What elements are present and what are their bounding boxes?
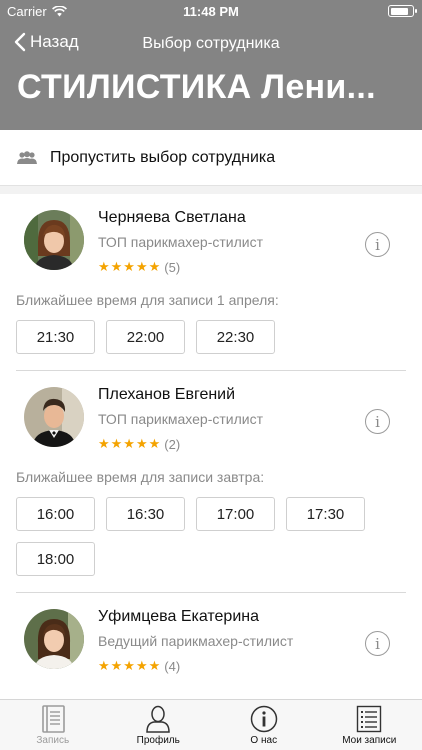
info-icon[interactable]: i [365, 409, 390, 434]
staff-name: Уфимцева Екатерина [98, 608, 259, 625]
staff-rating: ★★★★★ (5) [98, 259, 180, 275]
staff-name: Черняева Светлана [98, 209, 246, 226]
skip-staff-selection-button[interactable]: Пропустить выбор сотрудника [0, 130, 422, 186]
info-icon[interactable]: i [365, 232, 390, 257]
nav-bar: Назад Выбор сотрудника [0, 30, 422, 58]
staff-item[interactable]: Плеханов Евгений ТОП парикмахер-стилист … [0, 371, 422, 592]
time-slot-button[interactable]: 22:30 [196, 320, 275, 354]
time-slot-button[interactable]: 17:00 [196, 497, 275, 531]
rating-count: (2) [164, 436, 181, 452]
staff-item[interactable]: Черняева Светлана ТОП парикмахер-стилист… [0, 194, 422, 370]
staff-role: ТОП парикмахер-стилист [98, 234, 263, 250]
list-icon [357, 705, 382, 733]
time-slot-button[interactable]: 17:30 [286, 497, 365, 531]
time-slot-button[interactable]: 22:00 [106, 320, 185, 354]
slots-hint: Ближайшее время для записи завтра: [16, 469, 265, 485]
rating-stars: ★★★★★ [98, 259, 162, 274]
tab-bar: Запись Профиль О нас Мои записи [0, 699, 422, 750]
time-slot-button[interactable]: 16:00 [16, 497, 95, 531]
slots-hint: Ближайшее время для записи 1 апреля: [16, 292, 279, 308]
nav-title: Выбор сотрудника [142, 35, 280, 52]
staff-role: ТОП парикмахер-стилист [98, 411, 263, 427]
staff-header: Плеханов Евгений ТОП парикмахер-стилист … [16, 371, 406, 467]
tab-label: Профиль [136, 735, 180, 746]
header: Carrier 11:48 PM Назад Выбор сотрудника … [0, 0, 422, 130]
notebook-icon [41, 705, 65, 733]
time-slots: 16:00 16:30 17:00 17:30 18:00 [16, 497, 406, 592]
staff-rating: ★★★★★ (4) [98, 658, 180, 674]
info-icon[interactable]: i [365, 631, 390, 656]
time-slot-button[interactable]: 18:00 [16, 542, 95, 576]
staff-name: Плеханов Евгений [98, 386, 236, 403]
time-slot-button[interactable]: 21:30 [16, 320, 95, 354]
staff-item[interactable]: Уфимцева Екатерина Ведущий парикмахер-ст… [0, 593, 422, 689]
staff-rating: ★★★★★ (2) [98, 436, 180, 452]
avatar [24, 210, 84, 270]
tab-booking[interactable]: Запись [0, 700, 106, 750]
avatar [24, 609, 84, 669]
time-slot-button[interactable]: 16:30 [106, 497, 185, 531]
rating-stars: ★★★★★ [98, 436, 162, 451]
tab-label: Запись [36, 735, 70, 746]
tab-about[interactable]: О нас [211, 700, 317, 750]
time-slots: 21:30 22:00 22:30 [16, 320, 406, 370]
status-time: 11:48 PM [183, 4, 239, 19]
rating-count: (4) [164, 658, 181, 674]
tab-label: О нас [250, 735, 278, 746]
avatar [24, 387, 84, 447]
staff-list: Черняева Светлана ТОП парикмахер-стилист… [0, 194, 422, 699]
tab-my-bookings[interactable]: Мои записи [317, 700, 422, 750]
status-bar: Carrier 11:48 PM [0, 0, 422, 22]
skip-label: Пропустить выбор сотрудника [50, 148, 276, 166]
page-title: СТИЛИСТИКА Лени... [17, 68, 376, 106]
staff-header: Черняева Светлана ТОП парикмахер-стилист… [16, 194, 406, 290]
tab-profile[interactable]: Профиль [106, 700, 212, 750]
staff-role: Ведущий парикмахер-стилист [98, 633, 294, 649]
rating-stars: ★★★★★ [98, 658, 162, 673]
info-icon [250, 705, 277, 733]
tab-label: Мои записи [342, 735, 397, 746]
battery-icon [388, 5, 417, 17]
battery-level [390, 7, 408, 15]
person-icon [146, 705, 171, 733]
staff-header: Уфимцева Екатерина Ведущий парикмахер-ст… [16, 593, 406, 689]
users-icon [17, 150, 37, 164]
rating-count: (5) [164, 259, 181, 275]
